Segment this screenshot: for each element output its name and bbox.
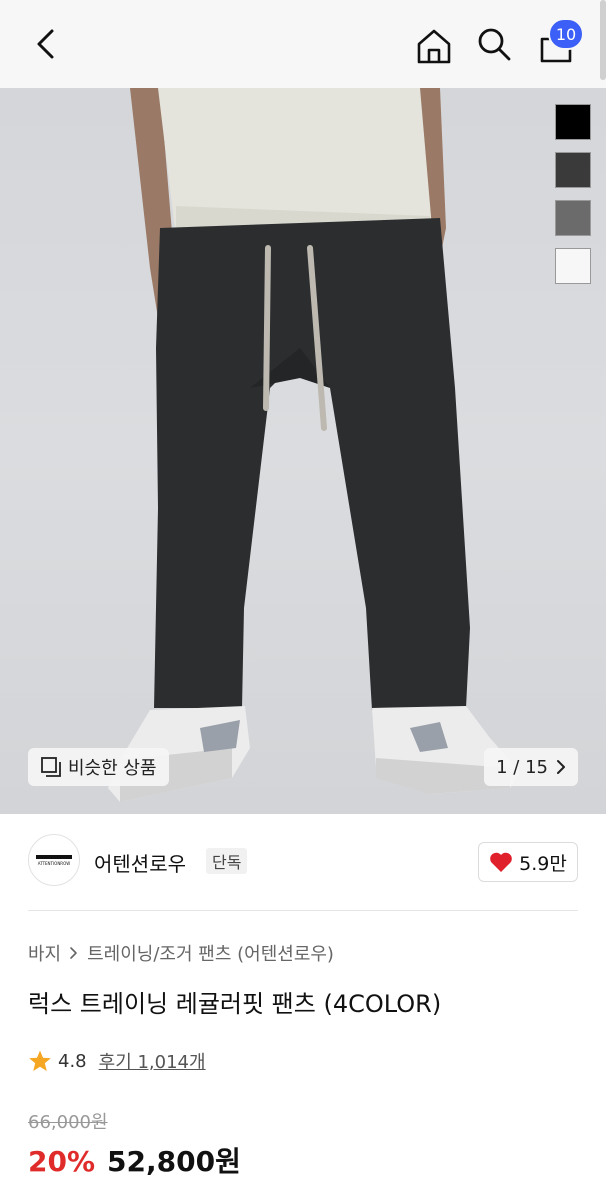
sale-price: 52,800원 xyxy=(107,1145,241,1178)
reviews-link[interactable]: 후기 1,014개 xyxy=(99,1048,206,1074)
brand-logo-mark: ATTENTIONROW xyxy=(36,855,72,866)
rating-value: 4.8 xyxy=(58,1050,87,1072)
image-counter-text: 1 / 15 xyxy=(496,756,548,778)
similar-products-label: 비슷한 상품 xyxy=(68,758,157,779)
chevron-right-icon xyxy=(70,947,77,959)
breadcrumb: 바지 트레이닝/조거 팬츠 (어텐션로우) xyxy=(28,940,334,966)
top-app-bar: 10 xyxy=(0,0,606,88)
star-icon xyxy=(29,1050,51,1071)
brand-row: ATTENTIONROW 어텐션로우 단독 5.9만 xyxy=(28,834,578,890)
heart-icon xyxy=(490,852,512,872)
brand-logo[interactable]: ATTENTIONROW xyxy=(28,834,80,886)
similar-products-button[interactable]: 비슷한 상품 xyxy=(28,748,169,786)
original-price: 66,000원 xyxy=(28,1112,108,1133)
price-row: 20% 52,800원 xyxy=(28,1140,241,1180)
image-counter-button[interactable]: 1 / 15 xyxy=(484,748,578,786)
divider xyxy=(28,910,578,911)
brand-logo-text: ATTENTIONROW xyxy=(38,861,70,866)
brand-name[interactable]: 어텐션로우 xyxy=(94,848,186,877)
exclusive-badge: 단독 xyxy=(206,848,248,874)
discount-rate: 20% xyxy=(28,1145,96,1178)
color-swatch-white[interactable] xyxy=(555,248,591,284)
search-icon xyxy=(478,28,511,61)
product-image-carousel[interactable]: 비슷한 상품 1 / 15 xyxy=(0,88,606,814)
color-swatch-black[interactable] xyxy=(555,104,591,140)
product-photo xyxy=(108,88,520,802)
color-swatch-gray[interactable] xyxy=(555,200,591,236)
product-title: 럭스 트레이닝 레귤러핏 팬츠 (4COLOR) xyxy=(28,990,442,1018)
cart-count-badge: 10 xyxy=(548,18,584,50)
search-button[interactable] xyxy=(474,24,514,64)
breadcrumb-subcategory[interactable]: 트레이닝/조거 팬츠 (어텐션로우) xyxy=(87,940,334,966)
color-swatch-charcoal[interactable] xyxy=(555,152,591,188)
color-swatches xyxy=(555,104,591,284)
breadcrumb-category[interactable]: 바지 xyxy=(28,940,61,966)
home-button[interactable] xyxy=(414,24,454,68)
similar-items-icon xyxy=(41,757,61,777)
chevron-left-icon xyxy=(37,29,54,59)
like-button[interactable]: 5.9만 xyxy=(478,842,578,882)
rating-row: 4.8 후기 1,014개 xyxy=(28,1048,206,1074)
chevron-right-icon xyxy=(557,760,565,774)
back-button[interactable] xyxy=(26,24,66,64)
scrollbar[interactable] xyxy=(600,0,606,80)
home-icon xyxy=(417,29,451,64)
like-count: 5.9만 xyxy=(519,852,567,875)
